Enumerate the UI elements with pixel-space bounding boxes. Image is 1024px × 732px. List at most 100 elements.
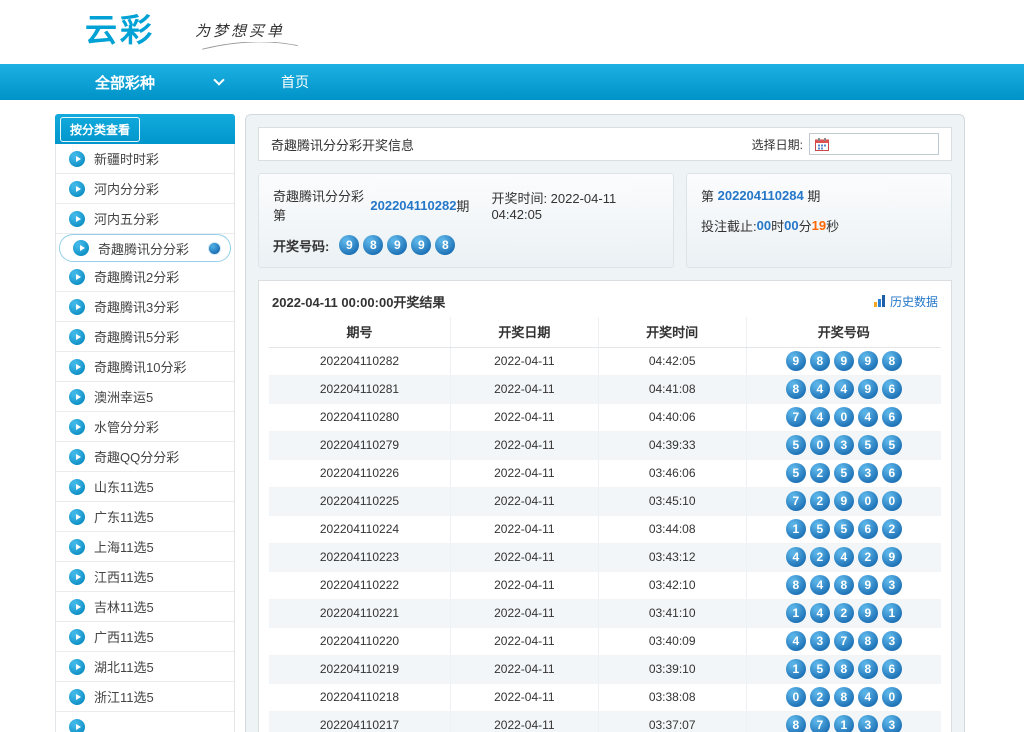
cell-date: 2022-04-11 xyxy=(450,459,598,487)
sidebar-item[interactable]: 奇趣腾讯3分彩 xyxy=(56,292,234,322)
col-date: 开奖日期 xyxy=(450,317,598,347)
countdown-minutes-unit: 分 xyxy=(799,216,812,235)
date-picker-area: 选择日期: xyxy=(752,133,939,155)
lottery-ball: 9 xyxy=(858,575,878,595)
sidebar-item-label: 奇趣腾讯3分彩 xyxy=(94,297,179,316)
cell-date: 2022-04-11 xyxy=(450,599,598,627)
lottery-ball: 6 xyxy=(882,463,902,483)
sidebar-item-label: 河内五分彩 xyxy=(94,209,159,228)
current-draw-box: 奇趣腾讯分分彩第202204110282期 开奖时间: 2022-04-11 0… xyxy=(258,173,674,268)
lottery-ball: 4 xyxy=(858,407,878,427)
results-header: 2022-04-11 00:00:00开奖结果 历史数据 xyxy=(269,285,941,317)
sidebar-item-label: 上海11选5 xyxy=(94,537,154,556)
table-row: 202204110224 2022-04-11 03:44:08 15562 xyxy=(269,515,941,543)
lottery-ball: 0 xyxy=(786,687,806,707)
table-row: 202204110223 2022-04-11 03:43:12 42429 xyxy=(269,543,941,571)
play-icon xyxy=(69,151,85,167)
lottery-ball: 2 xyxy=(810,463,830,483)
sidebar-item[interactable] xyxy=(56,712,234,732)
sidebar-item[interactable]: 奇趣腾讯分分彩 xyxy=(59,234,231,262)
sidebar-item[interactable]: 新疆时时彩 xyxy=(56,144,234,174)
countdown-seconds-unit: 秒 xyxy=(826,216,839,235)
results-table: 期号 开奖日期 开奖时间 开奖号码 202204110282 2022-04-1… xyxy=(269,317,941,732)
cell-issue: 202204110223 xyxy=(269,543,450,571)
view-by-category-button[interactable]: 按分类查看 xyxy=(60,117,140,142)
cell-date: 2022-04-11 xyxy=(450,627,598,655)
sidebar-item[interactable]: 广东11选5 xyxy=(56,502,234,532)
sidebar-item[interactable]: 江西11选5 xyxy=(56,562,234,592)
table-row: 202204110222 2022-04-11 03:42:10 84893 xyxy=(269,571,941,599)
history-data-link[interactable]: 历史数据 xyxy=(874,293,938,310)
lottery-ball: 4 xyxy=(834,379,854,399)
lottery-ball: 8 xyxy=(786,379,806,399)
lottery-ball: 8 xyxy=(435,235,455,255)
nav-all-lotteries[interactable]: 全部彩种 xyxy=(95,72,223,93)
lottery-ball: 8 xyxy=(858,631,878,651)
table-row: 202204110226 2022-04-11 03:46:06 52536 xyxy=(269,459,941,487)
table-row: 202204110221 2022-04-11 03:41:10 14291 xyxy=(269,599,941,627)
cell-issue: 202204110282 xyxy=(269,347,450,375)
table-row: 202204110218 2022-04-11 03:38:08 02840 xyxy=(269,683,941,711)
lottery-ball: 5 xyxy=(858,435,878,455)
lottery-ball: 2 xyxy=(810,491,830,511)
lottery-ball: 3 xyxy=(882,631,902,651)
lottery-ball: 0 xyxy=(834,407,854,427)
date-picker-input[interactable] xyxy=(809,133,939,155)
lottery-ball: 0 xyxy=(882,687,902,707)
lottery-ball: 8 xyxy=(834,659,854,679)
lottery-ball: 6 xyxy=(882,659,902,679)
lottery-ball: 9 xyxy=(858,351,878,371)
lottery-ball: 1 xyxy=(834,715,854,732)
panel-titlebar: 奇趣腾讯分分彩开奖信息 选择日期: xyxy=(258,127,952,161)
sidebar-item[interactable]: 浙江11选5 xyxy=(56,682,234,712)
sidebar-item[interactable]: 河内五分彩 xyxy=(56,204,234,234)
col-time: 开奖时间 xyxy=(598,317,746,347)
cell-time: 03:38:08 xyxy=(598,683,746,711)
sidebar-item[interactable]: 山东11选5 xyxy=(56,472,234,502)
lottery-ball: 3 xyxy=(858,715,878,732)
lottery-ball: 9 xyxy=(858,379,878,399)
table-row: 202204110220 2022-04-11 03:40:09 43783 xyxy=(269,627,941,655)
play-icon xyxy=(69,269,85,285)
current-draw-issue: 202204110282 xyxy=(370,198,456,213)
cell-issue: 202204110217 xyxy=(269,711,450,732)
table-row: 202204110282 2022-04-11 04:42:05 98998 xyxy=(269,347,941,375)
countdown-line: 投注截止: 00时00分19秒 xyxy=(701,216,937,235)
cell-balls: 15562 xyxy=(747,519,941,539)
sidebar-item[interactable]: 湖北11选5 xyxy=(56,652,234,682)
cell-date: 2022-04-11 xyxy=(450,571,598,599)
lottery-ball: 8 xyxy=(786,575,806,595)
play-icon xyxy=(69,181,85,197)
sidebar-list: 新疆时时彩 河内分分彩 河内五分彩 奇趣腾讯分分彩 奇趣腾讯2分彩 奇趣腾讯3分… xyxy=(55,144,235,732)
lottery-ball: 7 xyxy=(786,491,806,511)
slogan-underline-swoosh xyxy=(195,42,305,51)
sidebar-item[interactable]: 吉林11选5 xyxy=(56,592,234,622)
sidebar-item[interactable]: 上海11选5 xyxy=(56,532,234,562)
sidebar-item-label: 湖北11选5 xyxy=(94,657,154,676)
sidebar-item[interactable]: 奇趣腾讯2分彩 xyxy=(56,262,234,292)
cell-balls: 50355 xyxy=(747,435,941,455)
nav-home[interactable]: 首页 xyxy=(281,72,309,92)
play-icon xyxy=(69,419,85,435)
lottery-ball: 9 xyxy=(387,235,407,255)
play-icon xyxy=(69,659,85,675)
calendar-icon xyxy=(815,138,829,151)
next-draw-issue-line: 第 202204110284 期 xyxy=(701,186,937,205)
lottery-ball: 4 xyxy=(786,631,806,651)
sidebar-item-label: 澳洲幸运5 xyxy=(94,387,153,406)
sidebar-item-label: 奇趣QQ分分彩 xyxy=(94,447,179,466)
sidebar-item[interactable]: 澳洲幸运5 xyxy=(56,382,234,412)
lottery-ball: 3 xyxy=(882,715,902,732)
lottery-ball: 1 xyxy=(882,603,902,623)
sidebar-item[interactable]: 奇趣腾讯10分彩 xyxy=(56,352,234,382)
sidebar-item[interactable]: 广西11选5 xyxy=(56,622,234,652)
sidebar-item[interactable]: 河内分分彩 xyxy=(56,174,234,204)
countdown-minutes: 00 xyxy=(784,218,798,233)
cell-date: 2022-04-11 xyxy=(450,543,598,571)
sidebar-item[interactable]: 奇趣QQ分分彩 xyxy=(56,442,234,472)
sidebar-item[interactable]: 奇趣腾讯5分彩 xyxy=(56,322,234,352)
cell-time: 03:46:06 xyxy=(598,459,746,487)
cell-time: 03:42:10 xyxy=(598,571,746,599)
play-icon xyxy=(69,629,85,645)
sidebar-item[interactable]: 水管分分彩 xyxy=(56,412,234,442)
